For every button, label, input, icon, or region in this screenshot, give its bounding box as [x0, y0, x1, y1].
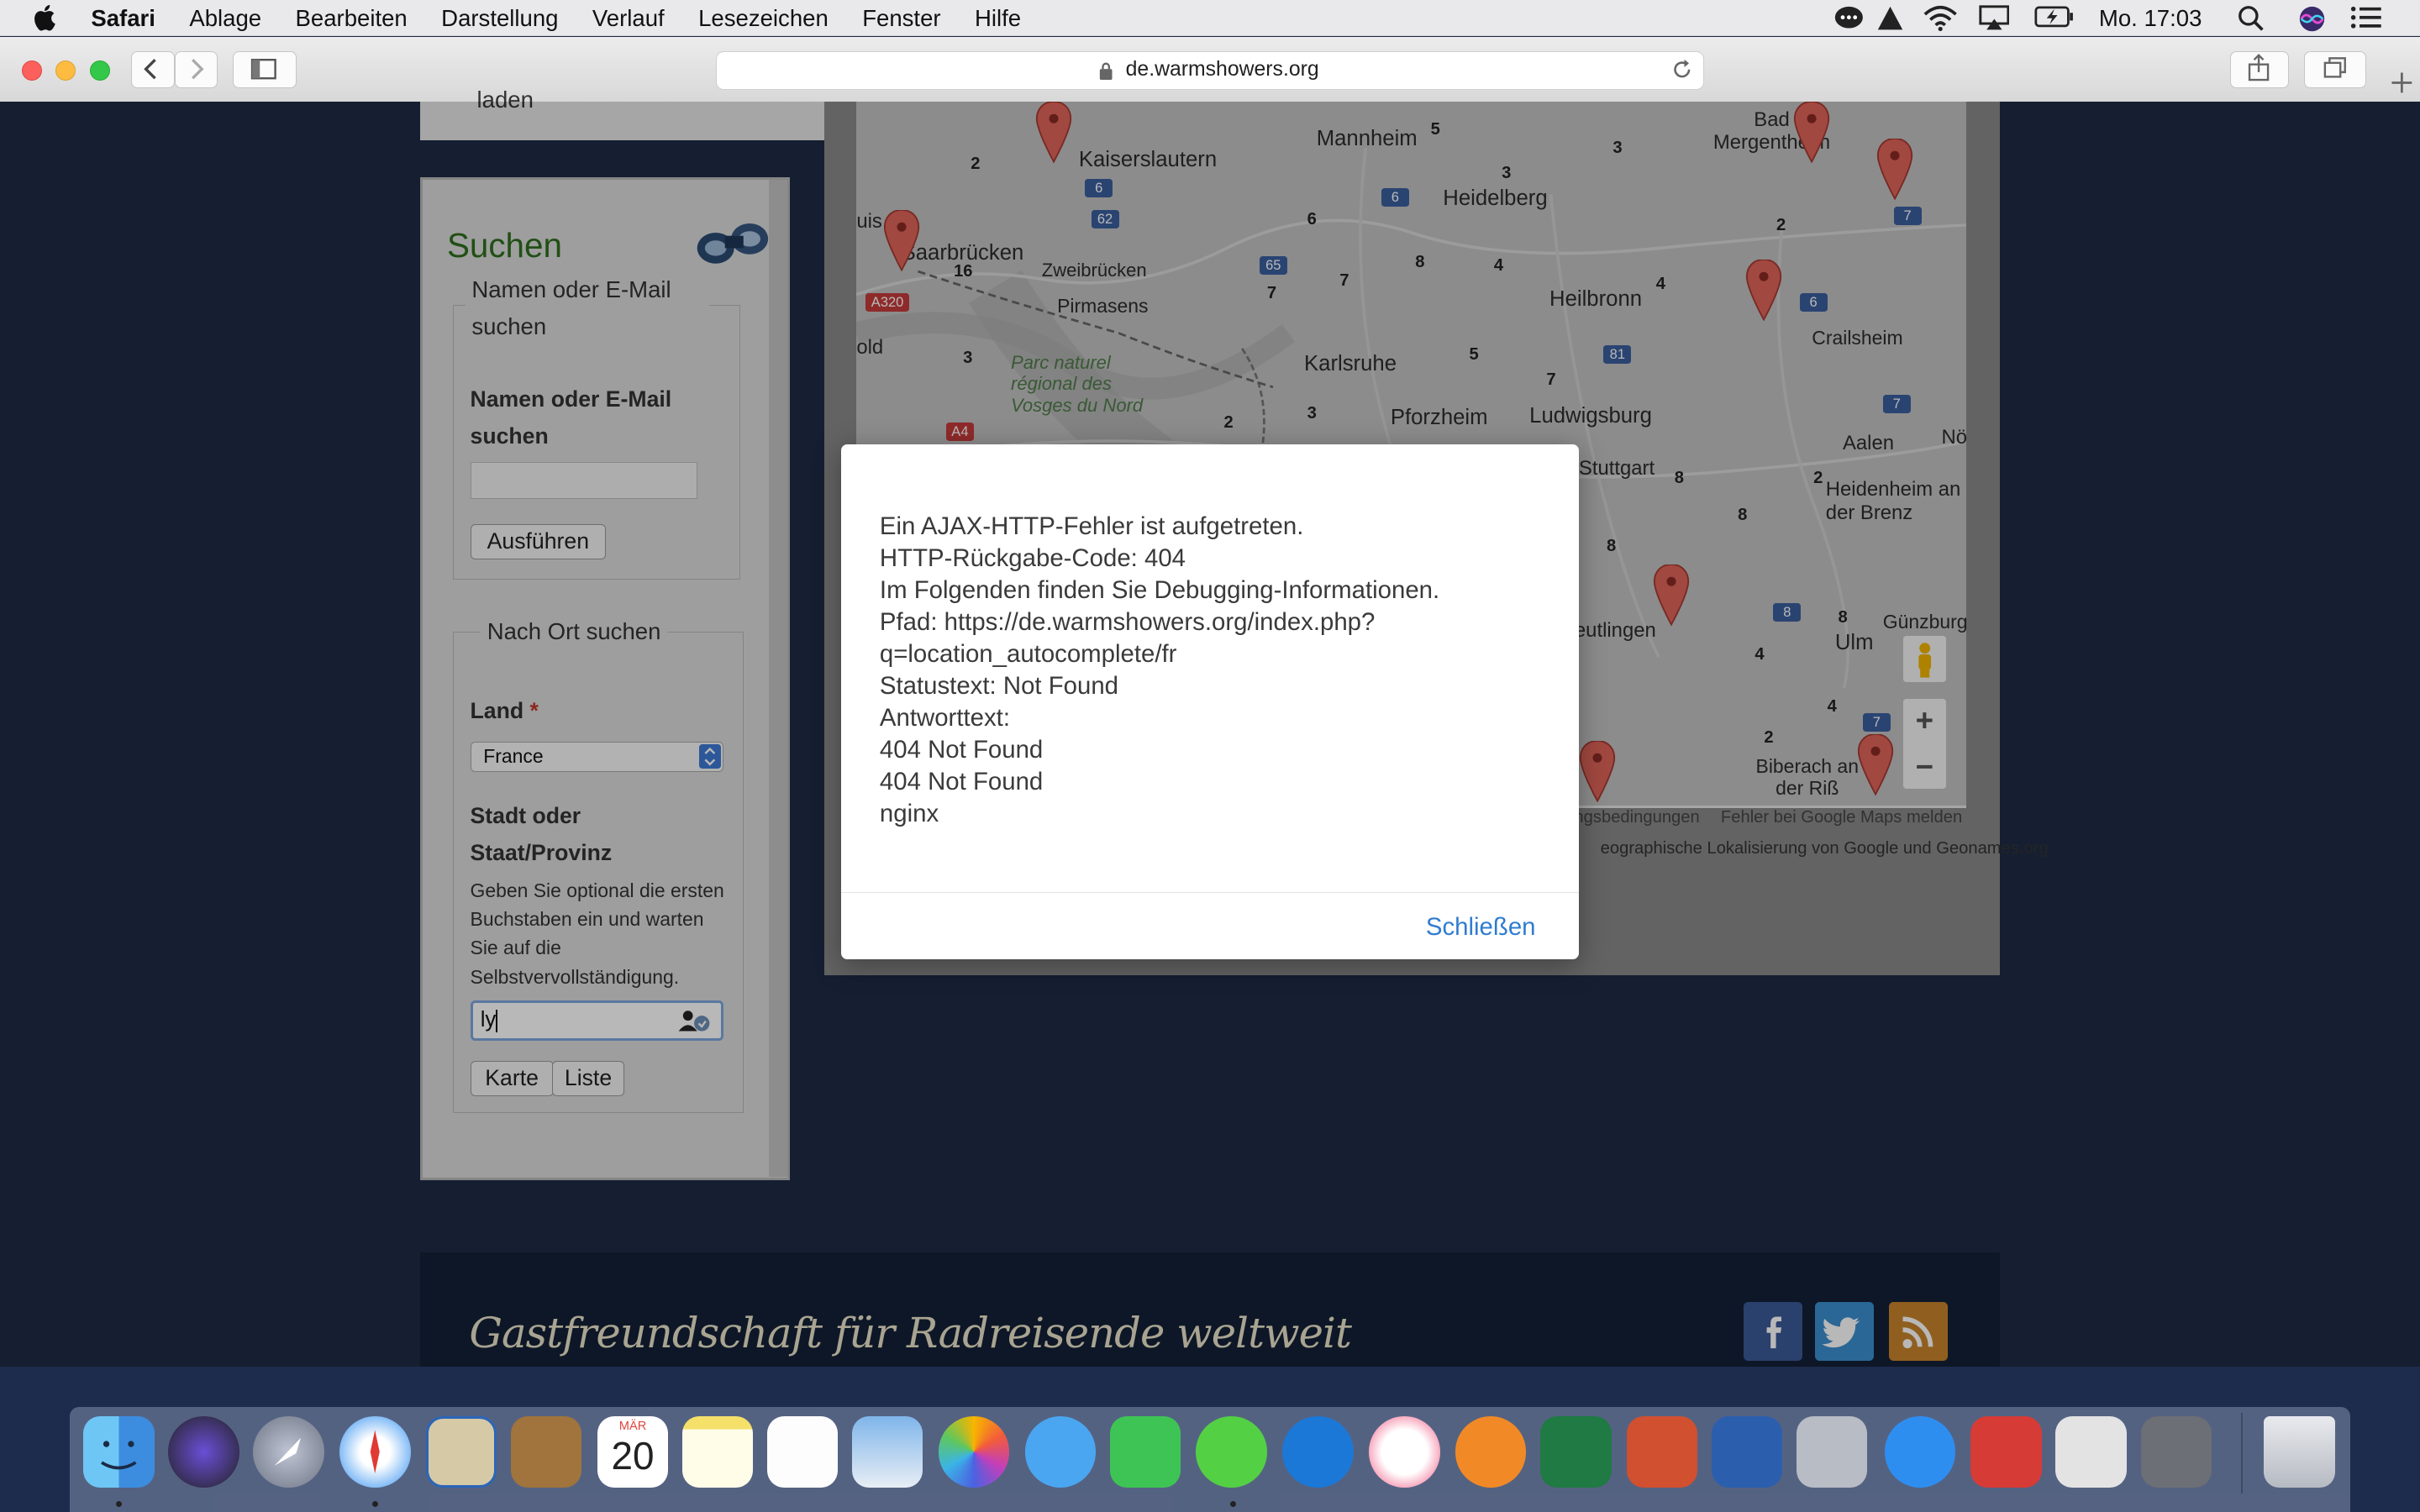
close-window-button[interactable] [21, 60, 42, 81]
dock-notes-icon[interactable] [681, 1416, 754, 1488]
menu-ablage[interactable]: Ablage [189, 5, 261, 32]
menu-darstellung[interactable]: Darstellung [441, 5, 558, 32]
dock-teamviewer-icon[interactable] [1282, 1416, 1354, 1488]
dock-itunes-icon[interactable] [1369, 1416, 1440, 1488]
dock-mail-icon[interactable] [425, 1416, 497, 1488]
error-line: Antworttext: [879, 704, 1010, 732]
chevron-left-icon [144, 58, 156, 80]
dock-app-store-icon[interactable] [1884, 1416, 1956, 1488]
dock-separator [2240, 1413, 2243, 1494]
error-line: nginx [879, 800, 939, 828]
calendar-day: 20 [611, 1434, 655, 1478]
dock-powerpoint-icon[interactable] [1626, 1416, 1698, 1488]
sidebar-icon [251, 58, 277, 80]
dock-launchpad-icon[interactable] [253, 1416, 324, 1488]
dock-preview-icon[interactable] [1796, 1416, 1868, 1488]
dock-facetime-icon[interactable] [1109, 1416, 1181, 1488]
notification-center-icon[interactable] [2350, 6, 2382, 29]
error-line: q=location_autocomplete/fr [879, 640, 1177, 668]
error-line: Pfad: https://de.warmshowers.org/index.p… [879, 607, 1376, 636]
error-dialog: Ein AJAX-HTTP-Fehler ist aufgetreten. HT… [841, 444, 1579, 960]
menu-bearbeiten[interactable]: Bearbeiten [296, 5, 408, 32]
error-line: Statustext: Not Found [879, 672, 1119, 701]
sidebar-toggle-button[interactable] [233, 50, 297, 88]
dock-ibooks-icon[interactable] [1455, 1416, 1527, 1488]
dock-maps-icon[interactable] [851, 1416, 923, 1488]
show-tabs-button[interactable] [2304, 50, 2366, 88]
chevron-right-icon [191, 58, 204, 80]
url-text: de.warmshowers.org [1125, 57, 1319, 81]
warning-triangle-icon[interactable] [1876, 5, 1904, 31]
dock-contacts-icon[interactable] [510, 1416, 582, 1488]
address-bar[interactable]: de.warmshowers.org [716, 50, 1704, 90]
tabs-overview-icon [2323, 56, 2347, 78]
forward-button[interactable] [174, 50, 218, 88]
error-message: Ein AJAX-HTTP-Fehler ist aufgetreten. HT… [880, 511, 1559, 830]
zoom-window-button[interactable] [89, 60, 110, 81]
spotlight-search-icon[interactable] [2238, 5, 2264, 31]
menu-app-safari[interactable]: Safari [91, 5, 155, 32]
error-line: HTTP-Rückgabe-Code: 404 [879, 543, 1186, 572]
error-line: Im Folgenden finden Sie Debugging-Inform… [879, 575, 1440, 604]
apple-menu-icon[interactable] [34, 3, 58, 31]
dock-word-icon[interactable] [1711, 1416, 1783, 1488]
dock-photos-icon[interactable] [938, 1416, 1010, 1488]
reload-icon[interactable] [1670, 58, 1694, 81]
error-line: 404 Not Found [879, 736, 1044, 764]
battery-charging-icon[interactable] [2034, 6, 2075, 28]
back-button[interactable] [131, 50, 175, 88]
menu-lesezeichen[interactable]: Lesezeichen [698, 5, 829, 32]
close-dialog-button[interactable]: Schließen [1426, 913, 1536, 942]
wifi-icon[interactable] [1923, 5, 1957, 31]
clock[interactable]: Mo. 17:03 [2099, 5, 2202, 32]
messages-status-icon[interactable] [1833, 5, 1865, 31]
dock-reminders-icon[interactable] [766, 1416, 839, 1488]
menu-hilfe[interactable]: Hilfe [975, 5, 1021, 32]
lock-icon [1099, 62, 1113, 80]
dock-calendar-icon[interactable]: MÄR 20 [597, 1416, 669, 1488]
dock-system-preferences-icon[interactable] [2140, 1416, 2212, 1488]
menu-verlauf[interactable]: Verlauf [592, 5, 665, 32]
new-tab-icon[interactable] [2386, 68, 2417, 96]
menu-fenster[interactable]: Fenster [862, 5, 940, 32]
dock-messages-icon[interactable] [1196, 1416, 1267, 1488]
dock-dvd-player-icon[interactable] [2055, 1416, 2127, 1488]
dock-siri-icon[interactable] [168, 1416, 239, 1488]
error-line: 404 Not Found [879, 768, 1044, 796]
dock-messages-alt-icon[interactable] [1024, 1416, 1097, 1488]
dock-safari-icon[interactable] [339, 1416, 411, 1488]
airplay-icon[interactable] [1979, 4, 2010, 31]
calendar-month: MÄR [618, 1419, 647, 1433]
share-icon [2248, 53, 2270, 81]
dock-finder-icon[interactable] [83, 1416, 155, 1488]
minimize-window-button[interactable] [55, 60, 76, 81]
dock-screenflow-icon[interactable] [1970, 1416, 2042, 1488]
siri-icon[interactable] [2298, 5, 2326, 33]
share-button[interactable] [2230, 50, 2289, 88]
dock-excel-icon[interactable] [1540, 1416, 1612, 1488]
dock-trash-icon[interactable] [2264, 1416, 2335, 1488]
dialog-divider [841, 891, 1579, 894]
menu-bar: Safari Ablage Bearbeiten Darstellung Ver… [0, 0, 2420, 37]
error-line: Ein AJAX-HTTP-Fehler ist aufgetreten. [879, 512, 1304, 540]
